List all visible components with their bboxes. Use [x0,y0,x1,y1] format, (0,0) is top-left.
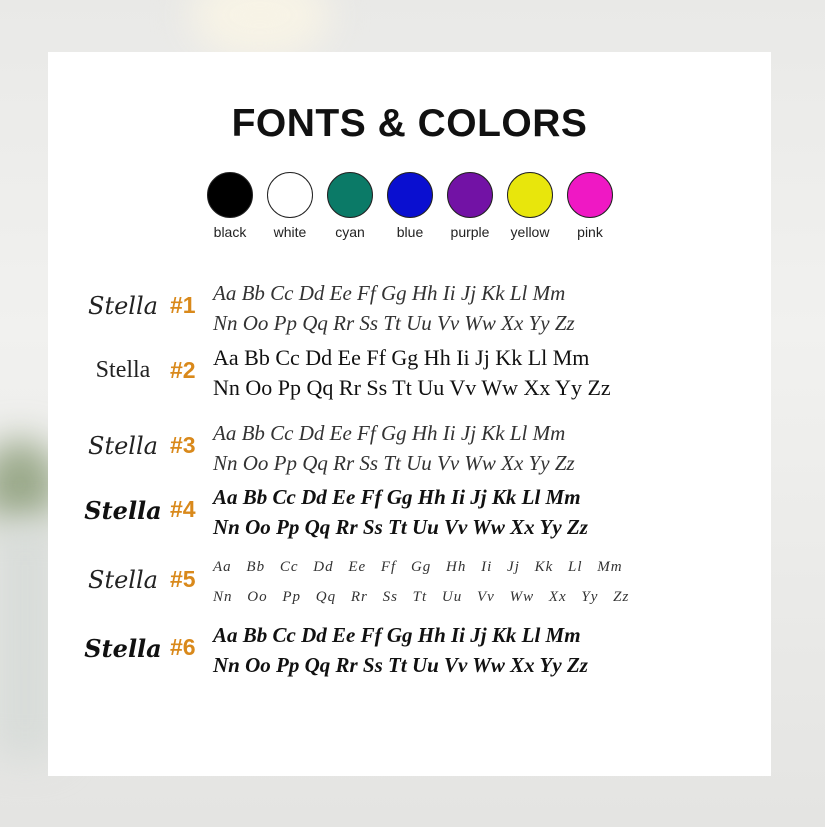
font-alphabet: Aa Bb Cc Dd Ee Ff Gg Hh Ii Jj Kk Ll Mm Nn… [213,482,588,542]
font-alphabet: Aa Bb Cc Dd Ee Ff Gg Hh Ii Jj Kk Ll Mm Nn… [213,620,588,680]
font-number: #3 [170,432,196,458]
font-sample-name: Stella [88,566,158,594]
swatch-blue[interactable]: blue [386,172,434,240]
swatch-label: black [213,224,247,240]
color-dot [567,172,613,218]
swatch-label: blue [396,224,424,240]
font-number: #5 [170,566,196,592]
alphabet-line-2: Nn Oo Pp Qq Rr Ss Tt Uu Vv Ww Xx Yy Zz [213,589,630,605]
font-option-1[interactable]: Stella #1 Aa Bb Cc Dd Ee Ff Gg Hh Ii Jj … [48,278,771,342]
color-swatches: black white cyan blue purple yellow pink [206,172,614,240]
alphabet-line-1: Aa Bb Cc Dd Ee Ff Gg Hh Ii Jj Kk Ll Mm [213,559,623,575]
color-dot [447,172,493,218]
swatch-label: cyan [335,224,365,240]
alphabet-line-1: Aa Bb Cc Dd Ee Ff Gg Hh Ii Jj Kk Ll Mm [213,345,590,370]
color-dot [387,172,433,218]
swatch-label: purple [450,224,490,240]
swatch-black[interactable]: black [206,172,254,240]
font-sample-name: Stella [84,496,162,525]
font-option-2[interactable]: Stella #2 Aa Bb Cc Dd Ee Ff Gg Hh Ii Jj … [48,343,771,407]
font-option-6[interactable]: Stella #6 Aa Bb Cc Dd Ee Ff Gg Hh Ii Jj … [48,620,771,684]
background-flower-blur [190,0,330,60]
font-number: #4 [170,496,196,522]
swatch-label: white [273,224,307,240]
font-option-4[interactable]: Stella #4 Aa Bb Cc Dd Ee Ff Gg Hh Ii Jj … [48,482,771,546]
font-sample-name: Stella [88,292,158,320]
alphabet-line-2: Nn Oo Pp Qq Rr Ss Tt Uu Vv Ww Xx Yy Zz [213,375,611,400]
swatch-pink[interactable]: pink [566,172,614,240]
alphabet-line-2: Nn Oo Pp Qq Rr Ss Tt Uu Vv Ww Xx Yy Zz [213,451,575,475]
font-option-5[interactable]: Stella #5 Aa Bb Cc Dd Ee Ff Gg Hh Ii Jj … [48,552,771,616]
color-dot [327,172,373,218]
swatch-label: pink [577,224,603,240]
fonts-colors-card: FONTS & COLORS black white cyan blue pur… [48,52,771,776]
alphabet-line-1: Aa Bb Cc Dd Ee Ff Gg Hh Ii Jj Kk Ll Mm [213,281,566,305]
swatch-cyan[interactable]: cyan [326,172,374,240]
swatch-yellow[interactable]: yellow [506,172,554,240]
color-dot [507,172,553,218]
font-alphabet: Aa Bb Cc Dd Ee Ff Gg Hh Ii Jj Kk Ll Mm Nn… [213,418,575,478]
alphabet-line-2: Nn Oo Pp Qq Rr Ss Tt Uu Vv Ww Xx Yy Zz [213,311,575,335]
color-dot [267,172,313,218]
font-alphabet: Aa Bb Cc Dd Ee Ff Gg Hh Ii Jj Kk Ll Mm Nn… [213,343,611,403]
font-sample-name: Stella [88,432,158,460]
alphabet-line-1: Aa Bb Cc Dd Ee Ff Gg Hh Ii Jj Kk Ll Mm [213,623,581,647]
alphabet-line-1: Aa Bb Cc Dd Ee Ff Gg Hh Ii Jj Kk Ll Mm [213,485,581,509]
font-alphabet: Aa Bb Cc Dd Ee Ff Gg Hh Ii Jj Kk Ll Mm Nn… [213,552,629,612]
font-option-3[interactable]: Stella #3 Aa Bb Cc Dd Ee Ff Gg Hh Ii Jj … [48,418,771,482]
page-title: FONTS & COLORS [231,102,588,145]
swatch-label: yellow [510,224,550,240]
alphabet-line-2: Nn Oo Pp Qq Rr Ss Tt Uu Vv Ww Xx Yy Zz [213,515,588,539]
font-alphabet: Aa Bb Cc Dd Ee Ff Gg Hh Ii Jj Kk Ll Mm Nn… [213,278,575,338]
font-sample-name: Stella [84,634,162,663]
swatch-purple[interactable]: purple [446,172,494,240]
alphabet-line-2: Nn Oo Pp Qq Rr Ss Tt Uu Vv Ww Xx Yy Zz [213,653,588,677]
alphabet-line-1: Aa Bb Cc Dd Ee Ff Gg Hh Ii Jj Kk Ll Mm [213,421,566,445]
font-number: #6 [170,634,196,660]
swatch-white[interactable]: white [266,172,314,240]
font-number: #1 [170,292,196,318]
color-dot [207,172,253,218]
font-number: #2 [170,357,196,383]
font-sample-name: Stella [95,357,151,383]
